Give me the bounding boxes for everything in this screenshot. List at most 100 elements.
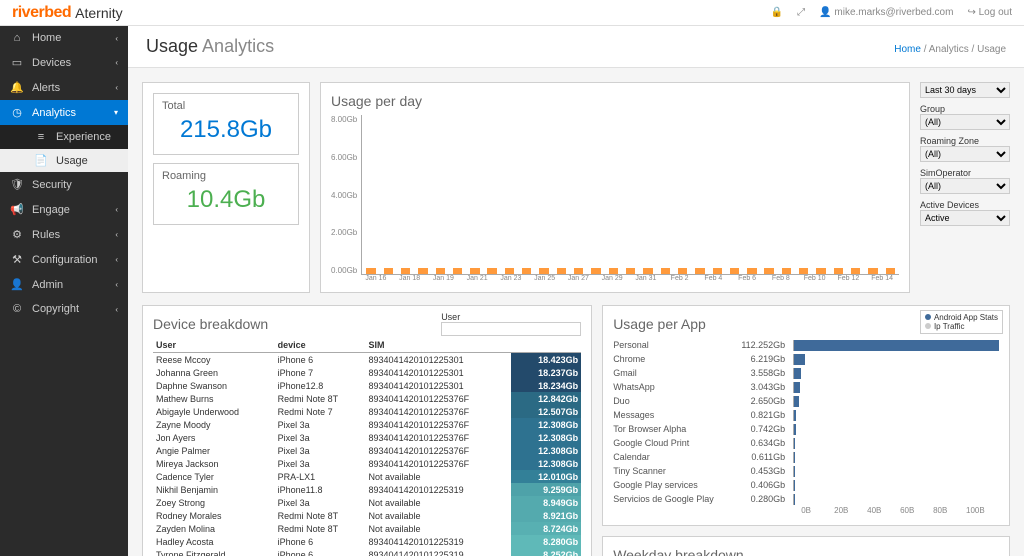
active-devices-select[interactable]: Active — [920, 210, 1010, 226]
security-icon: 🛡 — [10, 178, 24, 191]
day-bar — [505, 268, 514, 274]
sidebar-item-usage[interactable]: 📄Usage — [24, 149, 128, 172]
admin-icon: 👤 — [10, 278, 24, 291]
day-bar — [418, 268, 427, 274]
table-row[interactable]: Zayden MolinaRedmi Note 8TNot available8… — [153, 522, 581, 535]
sim-operator-label: SimOperator — [920, 168, 1010, 178]
chevron-icon: ‹ — [115, 280, 118, 289]
sidebar-item-copyright[interactable]: ©Copyright‹ — [0, 297, 128, 321]
col-sim: SIM — [366, 338, 512, 353]
group-select[interactable]: (All) — [920, 114, 1010, 130]
app-row: Tor Browser Alpha0.742Gb — [613, 422, 999, 436]
table-row[interactable]: Rodney MoralesRedmi Note 8TNot available… — [153, 509, 581, 522]
table-row[interactable]: Nikhil BenjaminiPhone11.8893404142010122… — [153, 483, 581, 496]
table-row[interactable]: Jon AyersPixel 3a8934041420101225376F12.… — [153, 431, 581, 444]
sidebar-item-engage[interactable]: 📢Engage‹ — [0, 197, 128, 222]
day-bar — [643, 268, 652, 274]
roaming-label: Roaming — [162, 170, 290, 182]
crumb-usage: Usage — [977, 44, 1006, 55]
sidebar-item-configuration[interactable]: ⚒Configuration‹ — [0, 247, 128, 272]
sidebar-item-devices[interactable]: ▭Devices‹ — [0, 50, 128, 75]
experience-icon: ≡ — [34, 131, 48, 143]
sidebar-item-admin[interactable]: 👤 Admin ‹ — [0, 272, 128, 297]
app-row: Servicios de Google Play0.280Gb — [613, 492, 999, 506]
table-row[interactable]: Abigayle UnderwoodRedmi Note 78934041420… — [153, 405, 581, 418]
day-bar — [764, 268, 773, 274]
roaming-value: 10.4Gb — [162, 182, 290, 218]
sidebar: ⌂Home‹▭Devices‹🔔Alerts‹◷Analytics▾≡Exper… — [0, 26, 128, 556]
table-row[interactable]: Mireya JacksonPixel 3a893404142010122537… — [153, 457, 581, 470]
day-bar — [539, 268, 548, 274]
day-bar — [695, 268, 704, 274]
user-email[interactable]: 👤 mike.marks@riverbed.com — [819, 7, 953, 18]
app-row: Messages0.821Gb — [613, 408, 999, 422]
table-row[interactable]: Hadley AcostaiPhone 68934041420101225319… — [153, 535, 581, 548]
table-row[interactable]: Zayne MoodyPixel 3a8934041420101225376F1… — [153, 418, 581, 431]
home-icon: ⌂ — [10, 32, 24, 44]
day-bar — [436, 268, 445, 274]
sim-operator-select[interactable]: (All) — [920, 178, 1010, 194]
group-label: Group — [920, 104, 1010, 114]
rules-icon: ⚙ — [10, 228, 24, 241]
sidebar-item-alerts[interactable]: 🔔Alerts‹ — [0, 75, 128, 100]
sidebar-item-label: Admin — [32, 279, 63, 291]
table-row[interactable]: Reese MccoyiPhone 6893404142010122530­11… — [153, 353, 581, 367]
table-row[interactable]: Zoey StrongPixel 3aNot available8.949Gb — [153, 496, 581, 509]
table-row[interactable]: Daphne SwansoniPhone12.88934041420101225… — [153, 379, 581, 392]
sidebar-item-experience[interactable]: ≡ Experience — [24, 125, 128, 149]
crumb-analytics: Analytics — [929, 44, 969, 55]
expand-icon[interactable]: ⤢ — [797, 7, 805, 18]
day-bar — [366, 268, 375, 274]
app-row: Gmail3.558Gb — [613, 366, 999, 380]
crumb-home[interactable]: Home — [894, 44, 921, 55]
user-filter-input[interactable] — [441, 322, 581, 336]
logo-riverbed: riverbed — [12, 4, 71, 22]
app-row: Google Cloud Print0.634Gb — [613, 436, 999, 450]
logout-link[interactable]: ↪ Log out — [967, 7, 1012, 18]
day-bar — [574, 268, 583, 274]
table-row[interactable]: Cadence TylerPRA-LX1Not available12.010G… — [153, 470, 581, 483]
sidebar-item-analytics[interactable]: ◷Analytics▾ — [0, 100, 128, 125]
app-row: WhatsApp3.043Gb — [613, 380, 999, 394]
sidebar-item-label: Analytics — [32, 107, 76, 119]
page-header: Usage Analytics Home / Analytics / Usage — [128, 26, 1024, 68]
chevron-icon: ‹ — [115, 83, 118, 92]
sidebar-item-rules[interactable]: ⚙Rules‹ — [0, 222, 128, 247]
day-bar — [886, 268, 895, 274]
table-row[interactable]: Angie PalmerPixel 3a8934041420101225376F… — [153, 444, 581, 457]
day-bar — [661, 268, 670, 274]
total-value: 215.8Gb — [162, 112, 290, 148]
usage-per-day-card: Usage per day 8.00Gb6.00Gb4.00Gb2.00Gb0.… — [320, 82, 910, 293]
sidebar-item-label: Experience — [56, 131, 111, 143]
table-row[interactable]: Johanna GreeniPhone 78934041420101225301… — [153, 366, 581, 379]
day-bar — [834, 268, 843, 274]
app-row: Duo2.650Gb — [613, 394, 999, 408]
copyright-icon: © — [10, 303, 24, 315]
sidebar-item-label: Devices — [32, 57, 71, 69]
day-bar — [868, 268, 877, 274]
roaming-zone-label: Roaming Zone — [920, 136, 1010, 146]
day-bar — [816, 268, 825, 274]
chevron-icon: ‹ — [115, 34, 118, 43]
day-bar — [730, 268, 739, 274]
logo-aternity: Aternity — [75, 5, 122, 21]
table-row[interactable]: Tyrone FitzgeraldiPhone 6893404142010122… — [153, 548, 581, 556]
sidebar-item-label: Home — [32, 32, 61, 44]
app-row: Calendar0.611Gb — [613, 450, 999, 464]
period-select[interactable]: Last 30 days — [920, 82, 1010, 98]
lock-icon[interactable]: 🔒 — [771, 7, 783, 18]
roaming-zone-select[interactable]: (All) — [920, 146, 1010, 162]
col- — [511, 338, 581, 353]
usage-per-day-title: Usage per day — [331, 93, 899, 109]
table-row[interactable]: Mathew BurnsRedmi Note 8T893404142010122… — [153, 392, 581, 405]
main: Usage Analytics Home / Analytics / Usage… — [128, 26, 1024, 556]
alerts-icon: 🔔 — [10, 81, 24, 94]
day-bar — [557, 268, 566, 274]
chevron-icon: ▾ — [114, 108, 118, 117]
chevron-icon: ‹ — [115, 58, 118, 67]
sidebar-item-home[interactable]: ⌂ Home ‹ — [0, 26, 128, 50]
sidebar-item-security[interactable]: 🛡Security — [0, 172, 128, 197]
app-legend: Android App Stats Ip Traffic — [920, 310, 1003, 334]
app-row: Chrome6.219Gb — [613, 352, 999, 366]
chevron-icon: ‹ — [115, 205, 118, 214]
